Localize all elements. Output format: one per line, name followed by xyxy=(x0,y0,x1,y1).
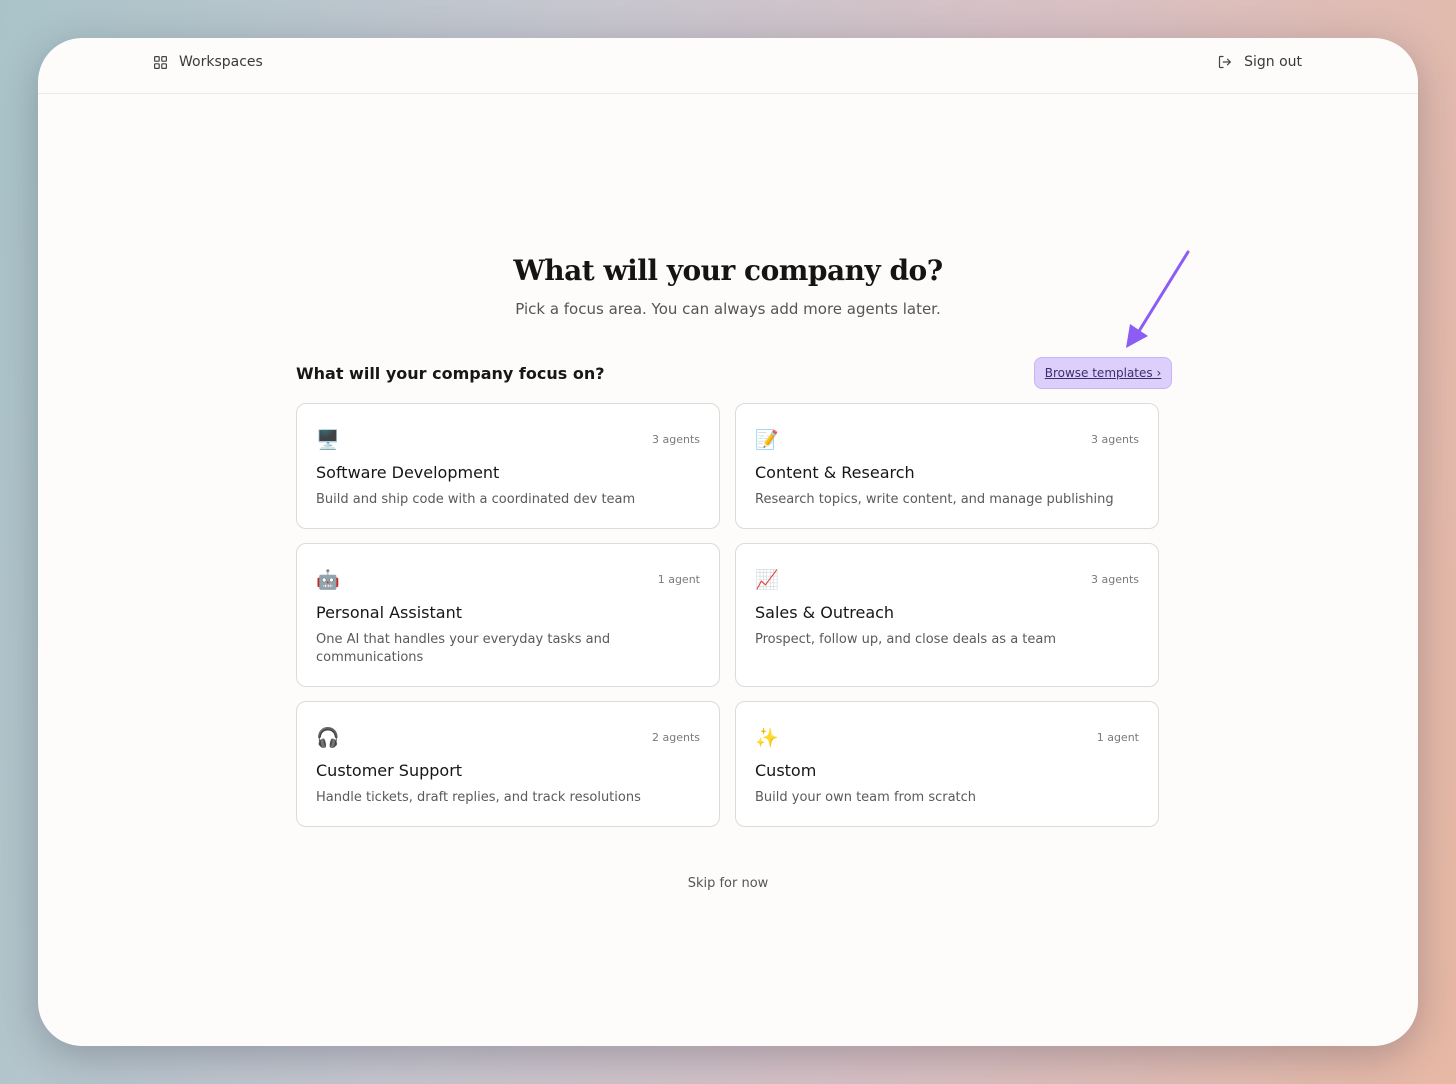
focus-card-software-development[interactable]: 🖥️ 3 agents Software Development Build a… xyxy=(296,403,720,529)
card-title: Software Development xyxy=(316,463,500,482)
robot-icon: 🤖 xyxy=(316,569,340,591)
browse-templates-button[interactable]: Browse templates › xyxy=(1034,357,1172,389)
card-title: Custom xyxy=(755,761,817,780)
sign-out-label: Sign out xyxy=(1244,54,1302,70)
sign-out-icon xyxy=(1218,55,1232,69)
app-window: Workspaces Sign out What will your compa… xyxy=(38,38,1418,1046)
card-description: Prospect, follow up, and close deals as … xyxy=(755,632,1057,647)
chart-increasing-icon: 📈 xyxy=(755,569,779,591)
sparkles-icon: ✨ xyxy=(755,727,779,749)
card-title: Sales & Outreach xyxy=(755,603,895,622)
arrow-pointer-icon xyxy=(1126,250,1190,348)
page-title: What will your company do? xyxy=(513,254,943,287)
skip-for-now-link[interactable]: Skip for now xyxy=(688,876,769,891)
focus-card-content-research[interactable]: 📝 3 agents Content & Research Research t… xyxy=(735,403,1159,529)
headphones-icon: 🎧 xyxy=(316,727,340,749)
card-description: One AI that handles your everyday tasks … xyxy=(316,632,611,665)
card-title: Personal Assistant xyxy=(316,603,462,622)
card-description: Build your own team from scratch xyxy=(755,790,977,805)
card-title: Customer Support xyxy=(316,761,463,780)
agent-count: 3 agents xyxy=(1090,573,1139,586)
top-bar: Workspaces Sign out xyxy=(38,38,1418,94)
page-subtitle: Pick a focus area. You can always add mo… xyxy=(515,300,941,318)
computer-icon: 🖥️ xyxy=(316,429,340,451)
agent-count: 1 agent xyxy=(1096,731,1139,744)
agent-count: 3 agents xyxy=(1090,433,1139,446)
sign-out-button[interactable]: Sign out xyxy=(1218,54,1302,70)
focus-card-personal-assistant[interactable]: 🤖 1 agent Personal Assistant One AI that… xyxy=(296,543,720,687)
grid-icon xyxy=(154,55,167,69)
focus-card-sales-outreach[interactable]: 📈 3 agents Sales & Outreach Prospect, fo… xyxy=(735,543,1159,687)
workspaces-label: Workspaces xyxy=(179,54,263,70)
workspaces-link[interactable]: Workspaces xyxy=(154,54,263,70)
agent-count: 3 agents xyxy=(651,433,700,446)
card-description: Build and ship code with a coordinated d… xyxy=(316,492,636,507)
skip-row: Skip for now xyxy=(38,876,1418,891)
agent-count: 2 agents xyxy=(651,731,700,744)
card-description: Research topics, write content, and mana… xyxy=(755,492,1114,507)
agent-count: 1 agent xyxy=(657,573,700,586)
card-title: Content & Research xyxy=(755,463,915,482)
focus-card-customer-support[interactable]: 🎧 2 agents Customer Support Handle ticke… xyxy=(296,701,720,827)
focus-card-custom[interactable]: ✨ 1 agent Custom Build your own team fro… xyxy=(735,701,1159,827)
card-description: Handle tickets, draft replies, and track… xyxy=(316,790,641,805)
memo-icon: 📝 xyxy=(755,429,779,451)
focus-label: What will your company focus on? xyxy=(296,364,605,383)
